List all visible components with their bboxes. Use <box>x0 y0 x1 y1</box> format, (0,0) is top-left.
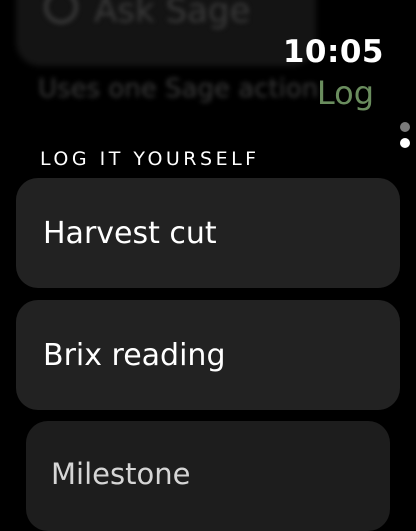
page-dot-2 <box>400 138 410 148</box>
brix-reading-label: Brix reading <box>43 337 226 373</box>
page-dot-1 <box>400 122 410 132</box>
screen-title[interactable]: Log <box>317 74 374 112</box>
harvest-cut-label: Harvest cut <box>43 215 217 251</box>
milestone-label: Milestone <box>51 457 191 491</box>
search-icon <box>44 0 78 24</box>
ask-sage-button[interactable]: Ask Sage <box>44 0 250 31</box>
page-indicator <box>400 122 410 154</box>
clock-time: 10:05 <box>282 34 384 70</box>
brix-reading-button[interactable]: Brix reading <box>16 300 400 410</box>
harvest-cut-button[interactable]: Harvest cut <box>16 178 400 288</box>
section-header: LOG IT YOURSELF <box>40 148 260 170</box>
ask-sage-label: Ask Sage <box>94 0 251 31</box>
milestone-button[interactable]: Milestone <box>26 421 390 531</box>
ask-sage-subtitle: Uses one Sage action <box>38 74 319 104</box>
